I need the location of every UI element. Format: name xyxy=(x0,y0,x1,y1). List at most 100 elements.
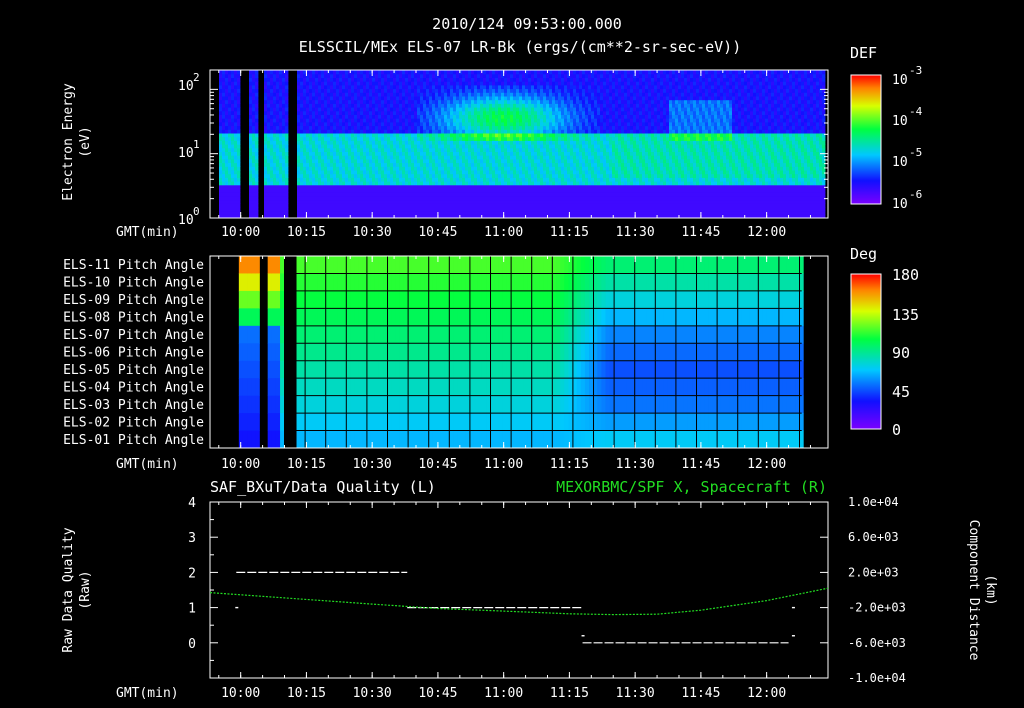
spectrogram-cell xyxy=(456,70,460,75)
spectrogram-cell xyxy=(252,77,256,82)
spectrogram-cell xyxy=(549,92,553,97)
spectrogram-cell xyxy=(501,166,505,171)
spectrogram-cell xyxy=(273,95,277,101)
spectrogram-cell xyxy=(219,144,223,149)
spectrogram-cell xyxy=(612,103,616,108)
spectrogram-cell xyxy=(504,103,508,108)
spectrogram-cell xyxy=(336,99,340,104)
spectrogram-cell xyxy=(369,114,373,119)
spectrogram-cell xyxy=(333,81,337,86)
spectrogram-cell xyxy=(504,125,508,130)
spectrogram-cell xyxy=(237,147,241,152)
spectrogram-cell xyxy=(426,144,430,149)
spectrogram-cell xyxy=(354,103,358,108)
spectrogram-cell xyxy=(477,132,481,138)
spectrogram-cell xyxy=(267,192,271,197)
spectrogram-cell xyxy=(516,169,520,175)
spectrogram-cell xyxy=(282,125,286,130)
spectrogram-cell xyxy=(552,188,556,193)
spectrogram-cell xyxy=(423,177,427,182)
spectrogram-cell xyxy=(429,107,433,112)
spectrogram-cell xyxy=(582,210,586,215)
spectrogram-cell xyxy=(375,95,379,101)
spectrogram-cell xyxy=(459,103,463,108)
spectrogram-cell xyxy=(579,70,583,75)
spectrogram-cell xyxy=(519,125,523,130)
spectrogram-cell xyxy=(324,184,328,189)
spectrogram-cell xyxy=(435,166,439,171)
spectrogram-cell xyxy=(615,210,619,215)
spectrogram-cell xyxy=(399,77,403,82)
spectrogram-cell xyxy=(381,151,385,156)
spectrogram-cell xyxy=(273,88,277,93)
spectrogram-cell xyxy=(309,173,313,178)
spectrogram-cell xyxy=(486,210,490,215)
spectrogram-cell xyxy=(522,77,526,82)
spectrogram-cell xyxy=(264,103,268,108)
spectrogram-cell xyxy=(585,140,589,145)
spectrogram-cell xyxy=(504,99,508,104)
spectrogram-cell xyxy=(519,195,523,201)
spectrogram-cell xyxy=(375,70,379,75)
spectrogram-cell xyxy=(312,129,316,134)
spectrogram-cell xyxy=(363,107,367,112)
spectrogram-cell xyxy=(375,92,379,97)
spectrogram-cell xyxy=(513,195,517,201)
spectrogram-cell xyxy=(552,121,556,127)
spectrogram-cell xyxy=(591,155,595,160)
spectrogram-cell xyxy=(489,81,493,86)
spectrogram-cell xyxy=(513,199,517,204)
spectrogram-cell xyxy=(345,199,349,204)
spectrogram-cell xyxy=(597,203,601,208)
spectrogram-cell xyxy=(363,125,367,130)
spectrogram-cell xyxy=(453,107,457,112)
spectrogram-cell xyxy=(513,114,517,119)
spectrogram-cell xyxy=(609,103,613,108)
spectrogram-cell xyxy=(270,99,274,104)
spectrogram-cell xyxy=(600,132,604,138)
spectrogram-cell xyxy=(594,151,598,156)
spectrogram-cell xyxy=(447,177,451,182)
spectrogram-cell xyxy=(420,147,424,152)
spectrogram-cell xyxy=(264,125,268,130)
spectrogram-cell xyxy=(399,210,403,215)
spectrogram-cell xyxy=(585,206,589,212)
spectrogram-cell xyxy=(438,77,442,82)
spectrogram-cell xyxy=(507,77,511,82)
spectrogram-cell xyxy=(504,140,508,145)
spectrogram-cell xyxy=(483,155,487,160)
spectrogram-cell xyxy=(441,118,445,123)
spectrogram-cell xyxy=(561,162,565,167)
spectrogram-cell xyxy=(312,195,316,201)
spectrogram-cell xyxy=(513,162,517,167)
spectrogram-cell xyxy=(576,95,580,101)
spectrogram-cell xyxy=(231,129,235,134)
spectrogram-cell xyxy=(465,144,469,149)
spectrogram-cell xyxy=(249,147,253,152)
spectrogram-cell xyxy=(453,95,457,101)
spectrogram-cell xyxy=(546,166,550,171)
spectrogram-cell xyxy=(228,132,232,138)
spectrogram-cell xyxy=(561,88,565,93)
spectrogram-cell xyxy=(513,192,517,197)
spectrogram-cell xyxy=(225,70,229,75)
spectrogram-cell xyxy=(369,173,373,178)
spectrogram-cell xyxy=(396,92,400,97)
spectrogram-cell xyxy=(567,81,571,86)
spectrogram-cell xyxy=(540,177,544,182)
spectrogram-cell xyxy=(252,162,256,167)
spectrogram-cell xyxy=(609,166,613,171)
spectrogram-cell xyxy=(273,129,277,134)
spectrogram-cell xyxy=(513,70,517,75)
spectrogram-cell xyxy=(522,184,526,189)
spectrogram-cell xyxy=(429,118,433,123)
spectrogram-cell xyxy=(357,158,361,164)
spectrogram-cell xyxy=(597,92,601,97)
spectrogram-cell xyxy=(249,92,253,97)
spectrogram-cell xyxy=(387,158,391,164)
spectrogram-cell xyxy=(402,181,406,186)
spectrogram-cell xyxy=(399,144,403,149)
spectrogram-cell xyxy=(573,151,577,156)
spectrogram-cell xyxy=(540,184,544,189)
spectrogram-cell xyxy=(426,140,430,145)
